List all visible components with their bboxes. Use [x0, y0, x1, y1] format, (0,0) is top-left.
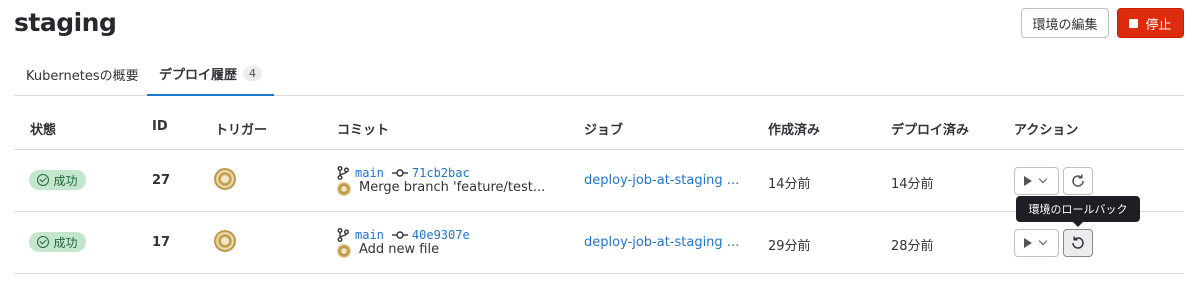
count-badge: 4	[243, 65, 262, 81]
stop-environment-button[interactable]: 停止	[1117, 8, 1184, 38]
job-link[interactable]: deploy-job-at-staging ...	[584, 235, 739, 250]
tab-bar: Kubernetesの概要 デプロイ履歴 4	[14, 52, 1184, 96]
tab-label: デプロイ履歴	[158, 67, 237, 83]
avatar[interactable]	[214, 168, 236, 190]
manual-actions-dropdown[interactable]	[1014, 167, 1059, 195]
page-title: staging	[14, 8, 117, 37]
tab-deploy-history[interactable]: デプロイ履歴 4	[147, 52, 274, 96]
commit-message[interactable]: Merge branch 'feature/test...	[359, 180, 545, 195]
commit-sha-link[interactable]: 71cb2bac	[412, 166, 470, 180]
header-commit: コミット	[337, 123, 390, 138]
branch-link[interactable]: main	[355, 228, 384, 242]
rollback-icon	[1072, 236, 1084, 249]
tab-kubernetes-overview[interactable]: Kubernetesの概要	[26, 52, 139, 96]
header-created: 作成済み	[768, 123, 821, 138]
commit-icon	[391, 231, 408, 239]
header-deployed: デプロイ済み	[891, 123, 970, 138]
rollback-tooltip: 環境のロールバック	[1016, 196, 1140, 227]
deployed-time: 14分前	[891, 177, 934, 192]
check-circle-icon	[37, 174, 50, 186]
stop-icon	[1129, 18, 1139, 28]
commit-message[interactable]: Add new file	[359, 242, 439, 257]
check-circle-icon	[37, 236, 50, 248]
edit-environment-button[interactable]: 環境の編集	[1021, 8, 1109, 38]
commit-ref: main 40e9307e	[337, 227, 470, 243]
play-icon	[1024, 238, 1032, 248]
status-label: 成功	[53, 235, 78, 250]
header-job: ジョブ	[584, 123, 624, 138]
header-id: ID	[152, 119, 168, 134]
status-badge: 成功	[29, 232, 86, 252]
author-avatar	[337, 244, 351, 258]
redeploy-button[interactable]	[1063, 167, 1093, 195]
avatar[interactable]	[214, 230, 236, 252]
divider	[14, 149, 1184, 150]
branch-icon	[337, 166, 349, 180]
chevron-down-icon	[1038, 174, 1048, 184]
manual-actions-dropdown[interactable]	[1014, 229, 1059, 257]
deployment-id: 17	[152, 235, 171, 250]
commit-sha-link[interactable]: 40e9307e	[412, 228, 470, 242]
status-badge: 成功	[29, 170, 86, 190]
divider	[14, 211, 1184, 212]
branch-link[interactable]: main	[355, 166, 384, 180]
rollback-button[interactable]	[1063, 229, 1093, 257]
divider	[14, 273, 1184, 274]
job-link[interactable]: deploy-job-at-staging ...	[584, 173, 739, 188]
commit-icon	[391, 169, 408, 177]
author-avatar	[337, 182, 351, 196]
created-time: 29分前	[768, 239, 811, 254]
branch-icon	[337, 228, 349, 242]
header-status: 状態	[30, 123, 57, 138]
created-time: 14分前	[768, 177, 811, 192]
chevron-down-icon	[1038, 236, 1048, 246]
play-icon	[1024, 176, 1032, 186]
status-label: 成功	[53, 173, 78, 188]
deployment-id: 27	[152, 173, 171, 188]
stop-label: 停止	[1145, 17, 1172, 33]
header-actions: アクション	[1014, 123, 1079, 138]
commit-ref: main 71cb2bac	[337, 165, 470, 181]
deployed-time: 28分前	[891, 239, 934, 254]
retry-icon	[1072, 174, 1084, 187]
header-trigger: トリガー	[215, 123, 268, 138]
